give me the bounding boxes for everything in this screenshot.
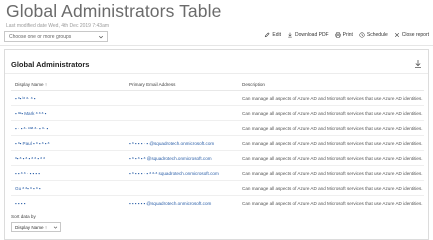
- display-name-link[interactable]: Gu ᵃ ᵃ▪ ᵃ ▪ ᵃ ▪: [15, 186, 41, 191]
- column-header-display-name[interactable]: Display Name ↑: [15, 82, 47, 87]
- table-row: Gu ᵃ ᵃ▪ ᵃ ▪ ᵃ ▪ Can manage all aspects o…: [5, 181, 428, 196]
- group-select-dropdown[interactable]: Choose one or more groups: [4, 31, 108, 42]
- table-row: ▪ ▪ ▪ ▪ ▪ ▪ ▪ ▪ ▪ ▪ @squadrotech.onmicro…: [5, 196, 428, 211]
- email-link[interactable]: ▪ ᵃ ▪ ▪ ▪ · ▪ @squadrotech.onmicrosoft.c…: [129, 141, 214, 146]
- report-actions: Edit Download PDF Print Schedule Close r…: [264, 32, 429, 38]
- table-row: ▪ ᵃ▪ ᴵᵃ ᵃ· ᵃ ▪ Can manage all aspects of…: [5, 91, 428, 106]
- clock-icon: [359, 32, 365, 38]
- toolbar: Choose one or more groups Edit Download …: [0, 31, 433, 43]
- schedule-label: Schedule: [366, 32, 388, 38]
- description-text: Can manage all aspects of Azure AD and M…: [242, 186, 423, 191]
- display-name-link[interactable]: ▪ ᵃ▪ ᴵᵃ ᵃ· ᵃ ▪: [15, 96, 35, 101]
- download-icon: [288, 32, 292, 38]
- printer-icon: [334, 32, 341, 38]
- display-name-link[interactable]: ▪ ᵃᵉ▪ Mark ᵃ ᵃ ᵃ ▪: [15, 111, 46, 116]
- display-name-link[interactable]: ▪ · ▪ ᵃ· ᵉᵃᵃ ᵃ· ▪ ᵃ· ▪: [15, 126, 48, 131]
- display-name-link[interactable]: ▪ ᵃ▪ Paul ▪ ᵃ ▪ ᵃ ▪ ᵃ: [15, 141, 49, 146]
- description-text: Can manage all aspects of Azure AD and M…: [242, 141, 423, 146]
- column-header-description[interactable]: Description: [242, 82, 265, 87]
- description-text: Can manage all aspects of Azure AD and M…: [242, 201, 423, 206]
- column-header-display-name-label: Display Name: [15, 82, 44, 87]
- global-administrators-card: Global Administrators Display Name ↑ Pri…: [4, 49, 429, 240]
- sort-by-dropdown[interactable]: Display Name ↑: [11, 222, 61, 232]
- page-title: Global Administrators Table: [6, 1, 222, 21]
- schedule-button[interactable]: Schedule: [359, 32, 388, 38]
- download-icon: [415, 60, 421, 68]
- description-text: Can manage all aspects of Azure AD and M…: [242, 171, 423, 176]
- download-pdf-label: Download PDF: [294, 32, 329, 38]
- close-report-label: Close report: [401, 32, 429, 38]
- group-select-placeholder: Choose one or more groups: [9, 34, 72, 40]
- display-name-link[interactable]: ▪ ▪ ᵃ ᵃ · ▪ ▪ ▪ ▪: [15, 171, 40, 176]
- table-row: ▪ ᵃᵉ▪ Mark ᵃ ᵃ ᵃ ▪ Can manage all aspect…: [5, 106, 428, 121]
- edit-label: Edit: [272, 32, 281, 38]
- close-report-button[interactable]: Close report: [394, 32, 429, 38]
- description-text: Can manage all aspects of Azure AD and M…: [242, 126, 423, 131]
- card-download-button[interactable]: [413, 56, 423, 68]
- email-link[interactable]: ▪ ᵃ ▪ ▪ ▪ · ▪ ᵃ ᵃ·ᵃ squadrotech.onmicros…: [129, 171, 219, 176]
- sort-ascending-icon: ↑: [44, 82, 48, 87]
- card-separator: [5, 73, 428, 74]
- description-text: Can manage all aspects of Azure AD and M…: [242, 111, 423, 116]
- print-button[interactable]: Print: [334, 32, 353, 38]
- edit-button[interactable]: Edit: [264, 32, 281, 38]
- toolbar-divider: [0, 45, 433, 46]
- description-text: Can manage all aspects of Azure AD and M…: [242, 96, 423, 101]
- display-name-link[interactable]: ▪ ▪ ▪ ▪: [15, 201, 25, 206]
- download-pdf-button[interactable]: Download PDF: [287, 32, 329, 38]
- column-header-email[interactable]: Primary Email Address: [129, 82, 175, 87]
- sort-data-label: Sort data by: [11, 214, 36, 219]
- table-row: ▪ · ▪ ᵃ· ᵉᵃᵃ ᵃ· ▪ ᵃ· ▪ Can manage all as…: [5, 121, 428, 136]
- email-link[interactable]: ▪ ᵃ ▪ ᵃ ▪ ᵃ @squadrotech.onmicrosoft.com: [129, 156, 212, 161]
- chevron-down-icon: [98, 35, 104, 39]
- description-text: Can manage all aspects of Azure AD and M…: [242, 156, 423, 161]
- email-link[interactable]: ▪ ▪ ▪ ▪ ▪ ▪ @squadrotech.onmicrosoft.com: [129, 201, 211, 206]
- card-title: Global Administrators: [11, 60, 90, 69]
- sort-by-value: Display Name ↑: [15, 225, 48, 230]
- table-row: ᵃ▪ ᵃ ▪ ᵃ ▪ ᵃ ᵃ ▪ ᵃ ᵃ ▪ ᵃ ▪ ᵃ ▪ ᵃ @squadr…: [5, 151, 428, 166]
- print-label: Print: [342, 32, 353, 38]
- table-row: ▪ ▪ ᵃ ᵃ · ▪ ▪ ▪ ▪ ▪ ᵃ ▪ ▪ ▪ · ▪ ᵃ ᵃ·ᵃ sq…: [5, 166, 428, 181]
- report-header: Global Administrators Table Last modifie…: [6, 1, 221, 29]
- pencil-icon: [265, 32, 270, 38]
- table-row: ▪ ᵃ▪ Paul ▪ ᵃ ▪ ᵃ ▪ ᵃ ▪ ᵃ ▪ ▪ ▪ · ▪ @squ…: [5, 136, 428, 151]
- last-modified-text: Last modified date Wed, 4th Dec 2019 7:4…: [6, 23, 110, 29]
- close-icon: [394, 32, 399, 38]
- chevron-down-icon: [53, 226, 58, 229]
- display-name-link[interactable]: ᵃ▪ ᵃ ▪ ᵃ ▪ ᵃ ᵃ ▪ ᵃ ᵃ: [15, 156, 45, 161]
